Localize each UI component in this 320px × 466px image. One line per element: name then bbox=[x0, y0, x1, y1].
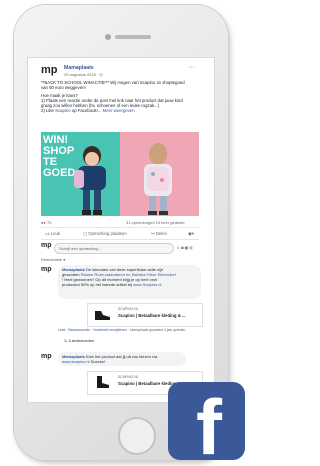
comment2-preview-domain: SCAPINO.NL bbox=[118, 375, 139, 379]
post-text-line6: 2) Like Scapino op Facebook!... Meer wee… bbox=[41, 108, 135, 113]
comment1-time: Mamaplaats geplaatst 4 jaar geleden bbox=[129, 328, 186, 332]
earpiece-speaker bbox=[115, 35, 151, 39]
share-icon: ↪ bbox=[151, 231, 155, 236]
comment-sort-dropdown[interactable]: Relevantste ▾ bbox=[41, 257, 65, 262]
child-back-view-image bbox=[144, 143, 172, 215]
comment1-preview-domain: SCAPINO.NL bbox=[118, 307, 139, 311]
comment1-line4: producten 50% op het tweede artikel bij … bbox=[62, 282, 161, 287]
like-button[interactable]: 👍︎ Leuk bbox=[45, 231, 60, 237]
composer-icons[interactable]: ☺◙▣◍ bbox=[176, 245, 194, 250]
comment1-actions[interactable]: Leuk · Beantwoorden · Voorbeeld verwijde… bbox=[58, 328, 130, 332]
win-shop-tegoed-text: WIN! SHOP TE GOED bbox=[43, 135, 75, 179]
comment2-bubble: Mamaplaats Kies het product dat jij uit … bbox=[58, 352, 186, 366]
comment1-scapino-link[interactable]: www.Scapino.nl bbox=[133, 282, 161, 287]
home-button[interactable] bbox=[118, 417, 156, 455]
comment-icon: ▢ bbox=[83, 231, 88, 236]
share-label: Delen bbox=[155, 231, 168, 236]
scapino-link[interactable]: Scapino bbox=[55, 108, 71, 113]
child-with-backpack-image bbox=[74, 146, 106, 215]
comment2-text2: Succes! bbox=[89, 359, 105, 364]
post-date-text: 29 augustus 2016 · bbox=[64, 72, 100, 77]
more-options-icon[interactable]: ··· bbox=[188, 64, 195, 71]
post-text-line2: van 50 euro weggeven! bbox=[41, 85, 86, 90]
facebook-logo-icon: f bbox=[168, 382, 245, 460]
commenter-avatar: mp bbox=[41, 242, 52, 249]
comment1-link-preview[interactable]: SCAPINO.NL Scapino | Betaalbare kleding … bbox=[87, 303, 203, 327]
avatar-small-icon: ◉ bbox=[188, 231, 192, 236]
comment-button[interactable]: ▢ Opmerking plaatsen bbox=[83, 231, 127, 237]
comment-input[interactable]: Schrijf een opmerking... bbox=[54, 243, 174, 254]
comment1-preview-title: Scapino | Betaalbare kleding & ... bbox=[118, 313, 186, 318]
comment2-avatar[interactable]: mp bbox=[41, 353, 52, 360]
sticker-icon[interactable]: ◍ bbox=[189, 245, 194, 250]
stats-divider bbox=[41, 227, 199, 228]
page-avatar-logo[interactable]: mp bbox=[41, 64, 58, 76]
comment1-bubble: Mamaplaats De winnaars van deze superleu… bbox=[58, 265, 201, 299]
post-image[interactable]: WIN! SHOP TE GOED bbox=[41, 132, 199, 216]
post-text-line6-start: 2) Like bbox=[41, 108, 56, 113]
comment2-scapino-link[interactable]: www.scapino.nl bbox=[62, 359, 90, 364]
post-text-line6-rest: op Facebook!... bbox=[70, 108, 103, 113]
facebook-post-screen: mp Mamaplaats 29 augustus 2016 · ◎ ··· *… bbox=[27, 57, 215, 403]
see-more-link[interactable]: Meer weergeven bbox=[103, 108, 135, 113]
comments-shares-count[interactable]: 31 opmerkingen 13 keer gedeeld bbox=[126, 220, 185, 225]
front-camera bbox=[105, 34, 111, 40]
view-replies-link[interactable]: ↳ 3 antwoorden bbox=[64, 338, 94, 343]
share-button[interactable]: ↪ Delen bbox=[151, 231, 167, 237]
boot-thumbnail-icon bbox=[97, 376, 109, 388]
reactions-count: 75 bbox=[46, 220, 52, 225]
comment-input-placeholder: Schrijf een opmerking... bbox=[59, 246, 102, 251]
actions-divider bbox=[41, 239, 199, 240]
comment2-line2: www.scapino.nl Succes! bbox=[62, 359, 105, 364]
comment1-text4: producten 50% op het tweede artikel bij bbox=[62, 282, 134, 287]
comment-label: Opmerking plaatsen bbox=[88, 231, 127, 236]
shoe-thumbnail-icon bbox=[95, 311, 110, 320]
comment1-avatar[interactable]: mp bbox=[41, 266, 52, 273]
reactions-summary[interactable]: ●● 75 bbox=[41, 220, 51, 225]
love-reaction-icon: ● bbox=[43, 220, 46, 225]
audience-selector[interactable]: ◉▾ bbox=[188, 231, 194, 237]
banner-word-4: GOED bbox=[43, 167, 76, 179]
comment1-meta: Leuk · Beantwoorden · Voorbeeld verwijde… bbox=[58, 328, 185, 332]
globe-icon: ◎ bbox=[99, 72, 103, 77]
like-icon: 👍︎ bbox=[45, 231, 50, 236]
like-label: Leuk bbox=[50, 231, 61, 236]
post-date: 29 augustus 2016 · ◎ bbox=[64, 72, 103, 77]
page-name[interactable]: Mamaplaats bbox=[64, 65, 94, 71]
